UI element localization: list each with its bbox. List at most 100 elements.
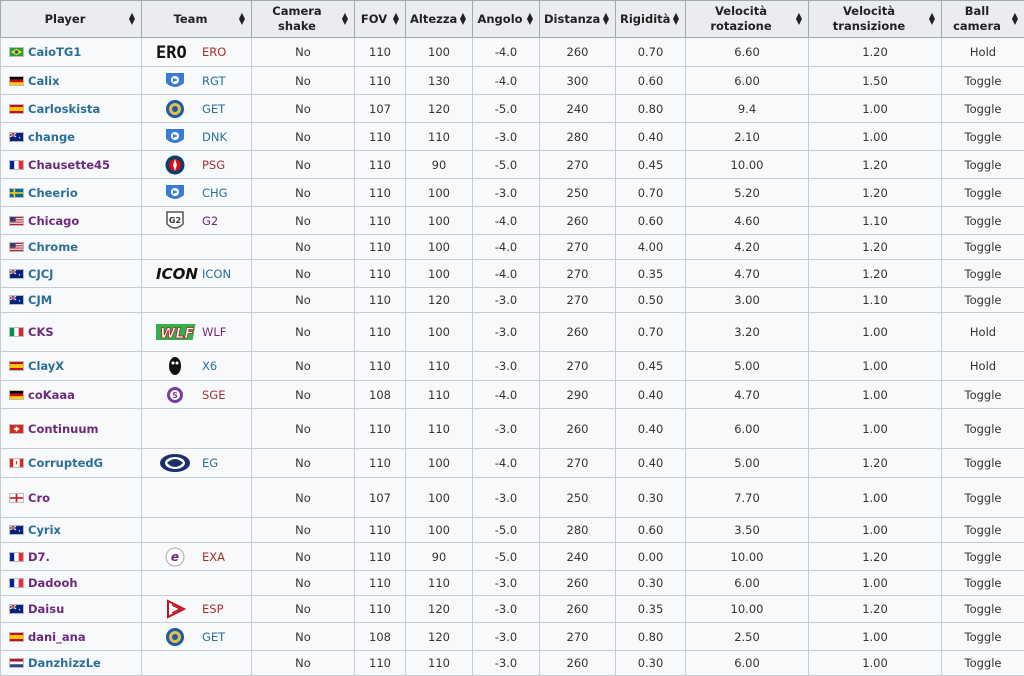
sort-icon[interactable]: ▲ ▼ xyxy=(796,12,802,26)
player-cell: CorruptedG xyxy=(0,448,142,478)
sort-icon[interactable]: ▲ ▼ xyxy=(929,12,935,26)
team-logo-icon[interactable]: S xyxy=(156,384,194,406)
player-link[interactable]: coKaaa xyxy=(28,388,75,402)
player-link[interactable]: Chicago xyxy=(28,214,79,228)
player-cell: Chicago xyxy=(0,206,142,235)
table-row: Cheerio CHG No 110 100 -3.0 250 0.70 5.20 1.20 Tog… xyxy=(0,178,1024,207)
player-link[interactable]: Continuum xyxy=(28,422,99,436)
team-logo-icon[interactable]: WLF xyxy=(152,321,196,343)
team-link[interactable]: EG xyxy=(202,456,218,470)
team-link[interactable]: EXA xyxy=(202,550,225,564)
team-link[interactable]: ESP xyxy=(202,602,224,616)
team-link[interactable]: SGE xyxy=(202,388,225,402)
team-logo-icon[interactable] xyxy=(156,98,194,120)
team-logo-icon[interactable]: G2 xyxy=(156,210,194,232)
team-link[interactable]: RGT xyxy=(202,74,226,88)
player-link[interactable]: dani_ana xyxy=(28,630,86,644)
team-link[interactable]: X6 xyxy=(202,359,217,373)
player-link[interactable]: change xyxy=(28,130,75,144)
column-header-label: Angolo xyxy=(477,11,523,26)
team-logo-icon[interactable] xyxy=(156,126,194,148)
team-logo-icon[interactable] xyxy=(156,182,194,204)
fov-cell: 110 xyxy=(354,37,406,67)
fov-cell: 110 xyxy=(354,351,406,381)
sort-icon[interactable]: ▲ ▼ xyxy=(460,12,466,26)
sort-icon[interactable]: ▲ ▼ xyxy=(603,12,609,26)
sort-icon[interactable]: ▲ ▼ xyxy=(527,12,533,26)
team-link[interactable]: WLF xyxy=(202,325,226,339)
sort-icon[interactable]: ▲ ▼ xyxy=(1012,12,1018,26)
swivel-cell: 10.00 xyxy=(685,595,809,623)
player-link[interactable]: Dadooh xyxy=(28,576,78,590)
player-link[interactable]: Carloskista xyxy=(28,102,100,116)
player-link[interactable]: D7. xyxy=(28,550,50,564)
sort-icon[interactable]: ▲ ▼ xyxy=(129,12,135,26)
column-header-5[interactable]: Angolo ▲ ▼ xyxy=(472,0,540,38)
team-link[interactable]: GET xyxy=(202,630,225,644)
team-logo-icon[interactable] xyxy=(156,70,194,92)
stiffness-cell: 0.70 xyxy=(615,178,686,207)
player-link[interactable]: CaioTG1 xyxy=(28,45,81,59)
team-logo-icon[interactable]: ERO xyxy=(156,41,194,63)
column-header-label: Velocità transizione xyxy=(832,4,906,33)
column-header-3[interactable]: FOV ▲ ▼ xyxy=(354,0,406,38)
player-cell: Cro xyxy=(0,477,142,518)
angle-cell: -3.0 xyxy=(472,570,540,596)
team-logo-icon[interactable] xyxy=(156,154,194,176)
player-link[interactable]: Chausette45 xyxy=(28,158,110,172)
shake-cell: No xyxy=(251,287,355,313)
player-link[interactable]: Cheerio xyxy=(28,186,78,200)
distance-cell: 270 xyxy=(539,287,616,313)
player-link[interactable]: CKS xyxy=(28,325,54,339)
team-cell: RGT xyxy=(141,66,252,95)
team-logo-icon[interactable] xyxy=(156,452,194,474)
transition-cell: 1.00 xyxy=(808,122,942,151)
team-link[interactable]: GET xyxy=(202,102,225,116)
shake-cell: No xyxy=(251,595,355,623)
fov-cell: 110 xyxy=(354,650,406,676)
height-cell: 100 xyxy=(405,448,473,478)
swivel-cell: 6.00 xyxy=(685,408,809,449)
column-header-2[interactable]: Camera shake ▲ ▼ xyxy=(251,0,355,38)
sort-icon[interactable]: ▲ ▼ xyxy=(239,12,245,26)
stiffness-cell: 4.00 xyxy=(615,234,686,260)
sort-icon[interactable]: ▲ ▼ xyxy=(342,12,348,26)
angle-cell: -3.0 xyxy=(472,351,540,381)
team-logo-icon[interactable] xyxy=(156,626,194,648)
column-header-4[interactable]: Altezza ▲ ▼ xyxy=(405,0,473,38)
team-link[interactable]: ERO xyxy=(202,45,226,59)
team-link[interactable]: PSG xyxy=(202,158,225,172)
player-link[interactable]: Chrome xyxy=(28,240,78,254)
team-link[interactable]: ICON xyxy=(202,267,231,281)
player-link[interactable]: CJM xyxy=(28,293,52,307)
team-logo-icon[interactable]: e xyxy=(156,546,194,568)
shake-cell: No xyxy=(251,234,355,260)
player-link[interactable]: Calix xyxy=(28,74,60,88)
team-logo-icon[interactable] xyxy=(156,355,194,377)
column-header-7[interactable]: Rigidità ▲ ▼ xyxy=(615,0,686,38)
player-link[interactable]: CorruptedG xyxy=(28,456,103,470)
player-link[interactable]: DanzhizzLe xyxy=(28,656,101,670)
player-link[interactable]: Cro xyxy=(28,491,50,505)
column-header-1[interactable]: Team ▲ ▼ xyxy=(141,0,252,38)
column-header-6[interactable]: Distanza ▲ ▼ xyxy=(539,0,616,38)
column-header-0[interactable]: Player ▲ ▼ xyxy=(0,0,142,38)
column-header-10[interactable]: Ball camera ▲ ▼ xyxy=(941,0,1024,38)
player-link[interactable]: Cyrix xyxy=(28,523,61,537)
distance-cell: 290 xyxy=(539,380,616,409)
team-link[interactable]: DNK xyxy=(202,130,227,144)
sort-icon[interactable]: ▲ ▼ xyxy=(393,12,399,26)
team-link[interactable]: G2 xyxy=(202,214,218,228)
table-row: Carloskista GET No 107 120 -5.0 240 0.80 9.4 1.00… xyxy=(0,94,1024,123)
shake-cell: No xyxy=(251,206,355,235)
player-link[interactable]: Daisu xyxy=(28,602,64,616)
column-header-9[interactable]: Velocità transizione ▲ ▼ xyxy=(808,0,942,38)
fov-cell: 110 xyxy=(354,408,406,449)
column-header-8[interactable]: Velocità rotazione ▲ ▼ xyxy=(685,0,809,38)
team-logo-icon[interactable]: ICON xyxy=(156,263,198,285)
sort-icon[interactable]: ▲ ▼ xyxy=(673,12,679,26)
team-link[interactable]: CHG xyxy=(202,186,228,200)
player-link[interactable]: CJCJ xyxy=(28,267,53,281)
player-link[interactable]: ClayX xyxy=(28,359,64,373)
team-logo-icon[interactable] xyxy=(156,598,194,620)
